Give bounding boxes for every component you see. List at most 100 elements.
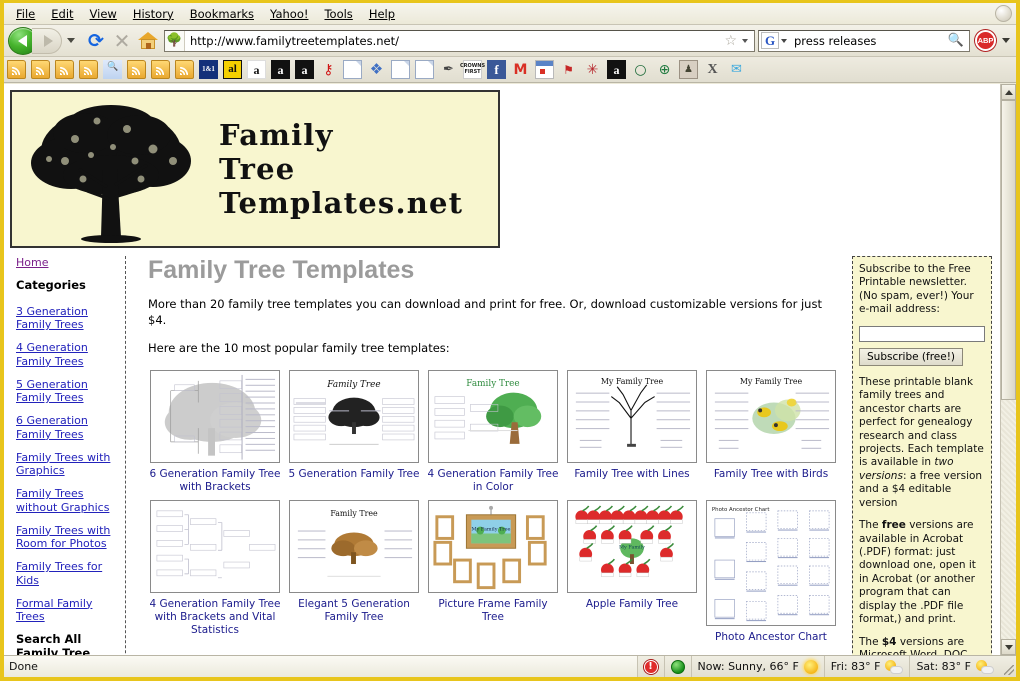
template-caption[interactable]: 5 Generation Family Tree [287, 468, 421, 481]
rss-folder-icon[interactable] [7, 60, 26, 79]
amazon-black-icon[interactable]: a [271, 60, 290, 79]
window-control-button[interactable] [995, 5, 1012, 22]
template-caption[interactable]: Picture Frame Family Tree [426, 598, 560, 624]
menu-file[interactable]: File [8, 5, 43, 23]
facebook-icon[interactable]: f [487, 60, 506, 79]
rss-search-folder-icon[interactable] [103, 60, 122, 79]
weather-friday[interactable]: Fri: 83° F [825, 656, 911, 677]
template-thumbnail-bare-tree[interactable]: My Family Tree [567, 369, 697, 463]
url-dropdown-icon[interactable] [742, 38, 748, 43]
site-banner[interactable]: Family Tree Templates.net [10, 90, 500, 248]
search-bar[interactable]: G press releases 🔍 [758, 29, 970, 52]
menu-tools[interactable]: Tools [316, 5, 360, 23]
amazon-black-icon[interactable]: a [607, 60, 626, 79]
menu-history[interactable]: History [125, 5, 182, 23]
gmail-icon[interactable]: M [511, 60, 530, 79]
template-caption[interactable]: 4 Generation Family Tree with Brackets a… [148, 598, 282, 637]
sidebar-item-7[interactable]: Family Trees for Kids [16, 560, 119, 588]
sidebar-item-5[interactable]: Family Trees without Graphics [16, 487, 119, 515]
menu-bookmarks[interactable]: Bookmarks [182, 5, 262, 23]
template-thumbnail-picture-frames[interactable]: My Family Tree [428, 499, 558, 593]
portrait-icon[interactable]: ♟ [679, 60, 698, 79]
email-field[interactable] [859, 325, 985, 342]
toolbar-overflow-icon[interactable] [1002, 38, 1010, 43]
globe-icon[interactable]: ⊕ [655, 60, 674, 79]
rss-folder-icon[interactable] [79, 60, 98, 79]
menu-edit[interactable]: Edit [43, 5, 81, 23]
google-search-icon[interactable]: G [761, 32, 779, 49]
menu-yahoo[interactable]: Yahoo! [262, 5, 316, 23]
rss-folder-icon[interactable] [175, 60, 194, 79]
sidebar-item-0[interactable]: 3 Generation Family Trees [16, 305, 119, 333]
resize-grip[interactable] [1000, 656, 1016, 677]
map-pin-icon[interactable]: ⚑ [559, 60, 578, 79]
template-caption[interactable]: Elegant 5 Generation Family Tree [287, 598, 421, 624]
search-input[interactable]: press releases [791, 34, 948, 48]
magnifier-icon[interactable]: 🔍 [948, 33, 969, 48]
template-caption[interactable]: Photo Ancestor Chart [704, 631, 838, 644]
bookmark-star-icon[interactable]: ☆ [721, 33, 740, 49]
sidebar-item-8[interactable]: Formal Family Trees [16, 597, 119, 625]
template-caption[interactable]: 6 Generation Family Tree with Brackets [148, 468, 282, 494]
scroll-down-button[interactable] [1001, 639, 1016, 655]
calendar-icon[interactable] [535, 60, 554, 79]
template-thumbnail-brackets-plain[interactable] [150, 499, 280, 593]
rss-folder-icon[interactable] [31, 60, 50, 79]
sidebar-item-home[interactable]: Home [16, 256, 119, 270]
amazon-black-icon[interactable]: a [295, 60, 314, 79]
template-thumbnail-elegant-tree[interactable]: Family Tree [289, 499, 419, 593]
sidebar-item-2[interactable]: 5 Generation Family Trees [16, 378, 119, 406]
sidebar-item-6[interactable]: Family Trees with Room for Photos [16, 524, 119, 552]
search-engine-dropdown-icon[interactable] [781, 38, 787, 43]
diamond-icon[interactable]: ❖ [367, 60, 386, 79]
amazon-white-icon[interactable]: a [247, 60, 266, 79]
oneandone-icon[interactable]: 1&1 [199, 60, 218, 79]
key-icon[interactable]: ⚷ [319, 60, 338, 79]
menu-view[interactable]: View [82, 5, 125, 23]
template-caption[interactable]: 4 Generation Family Tree in Color [426, 468, 560, 494]
sidebar-item-1[interactable]: 4 Generation Family Trees [16, 341, 119, 369]
pen-icon[interactable]: ✒ [439, 60, 458, 79]
forward-button[interactable] [32, 27, 62, 54]
document-icon[interactable] [343, 60, 362, 79]
template-thumbnail-green-tree[interactable]: Family Tree [428, 369, 558, 463]
scrollbar-track[interactable] [1001, 400, 1016, 639]
wreath-icon[interactable]: ○ [631, 60, 650, 79]
al-icon[interactable]: al [223, 60, 242, 79]
adblock-plus-button[interactable]: ABP [975, 30, 996, 51]
template-thumbnail-birds[interactable]: My Family Tree [706, 369, 836, 463]
weather-saturday[interactable]: Sat: 83° F [910, 656, 1000, 677]
rss-folder-icon[interactable] [151, 60, 170, 79]
template-caption[interactable]: Family Tree with Birds [704, 468, 838, 481]
url-bar[interactable]: 🌳 http://www.familytreetemplates.net/ ☆ [164, 29, 755, 52]
history-dropdown-icon[interactable] [67, 38, 75, 43]
scroll-up-button[interactable] [1001, 84, 1016, 100]
crowns-first-icon[interactable]: CROWNS FIRST [460, 60, 485, 79]
template-caption[interactable]: Apple Family Tree [565, 598, 699, 611]
template-thumbnail-apples[interactable]: My Family [567, 499, 697, 593]
document-icon[interactable] [391, 60, 410, 79]
scrollbar-thumb[interactable] [1001, 100, 1016, 400]
sidebar-item-3[interactable]: 6 Generation Family Trees [16, 414, 119, 442]
fireworks-icon[interactable]: ✳ [583, 60, 602, 79]
template-thumbnail-brackets-gray-tree[interactable] [150, 369, 280, 463]
reload-icon[interactable]: ⟳ [83, 28, 109, 54]
document-icon[interactable] [415, 60, 434, 79]
template-thumbnail-photo-chart[interactable]: Photo Ancestor Chart [706, 499, 836, 626]
page-scrollbar[interactable] [1000, 84, 1016, 655]
twitter-icon[interactable]: ✉ [727, 60, 746, 79]
menu-help[interactable]: Help [361, 5, 403, 23]
subscribe-button[interactable]: Subscribe (free!) [859, 347, 964, 366]
template-thumbnail-black-tree[interactable]: Family Tree [289, 369, 419, 463]
stop-icon[interactable]: ✕ [109, 28, 135, 54]
sidebar-item-4[interactable]: Family Trees with Graphics [16, 451, 119, 479]
template-caption[interactable]: Family Tree with Lines [565, 468, 699, 481]
rss-folder-icon[interactable] [127, 60, 146, 79]
error-indicator[interactable]: ! [638, 656, 665, 677]
weather-now[interactable]: Now: Sunny, 66° F [692, 656, 825, 677]
connection-indicator[interactable] [665, 656, 692, 677]
url-text[interactable]: http://www.familytreetemplates.net/ [185, 34, 721, 48]
home-button[interactable] [135, 28, 161, 54]
rss-folder-icon[interactable] [55, 60, 74, 79]
x-letter-icon[interactable]: X [703, 60, 722, 79]
